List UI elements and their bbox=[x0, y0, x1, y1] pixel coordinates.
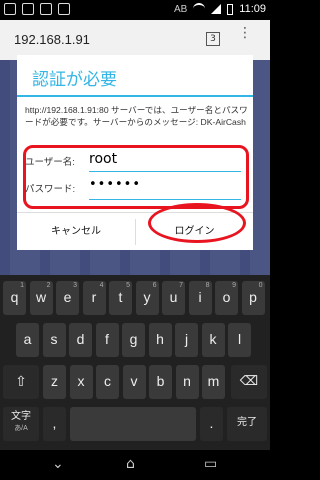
tab-switcher-button[interactable]: 3 bbox=[206, 32, 220, 46]
key-j[interactable]: j bbox=[175, 323, 198, 357]
key-d[interactable]: d bbox=[69, 323, 92, 357]
wifi-icon bbox=[193, 3, 206, 15]
key-y[interactable]: y6 bbox=[135, 281, 159, 315]
key-p[interactable]: p0 bbox=[241, 281, 265, 315]
soft-keyboard: q1 w2 e3 r4 t5 y6 u7 i8 o9 p0 a s d f g … bbox=[0, 275, 270, 450]
key-label: q bbox=[10, 289, 19, 305]
key-label: i bbox=[198, 289, 202, 305]
key-sub: 5 bbox=[126, 282, 130, 289]
space-key[interactable] bbox=[70, 407, 196, 441]
key-s[interactable]: s bbox=[42, 323, 66, 357]
key-label: e bbox=[63, 289, 72, 305]
url-field[interactable]: 192.168.1.91 bbox=[14, 32, 90, 47]
key-a[interactable]: a bbox=[16, 323, 39, 357]
key-sub: 1 bbox=[20, 282, 24, 289]
key-n[interactable]: n bbox=[175, 365, 199, 399]
key-sub: 0 bbox=[258, 282, 263, 289]
key-m[interactable]: m bbox=[202, 365, 225, 399]
notification-icon bbox=[40, 3, 52, 15]
key-label: w bbox=[35, 289, 47, 305]
shift-key[interactable]: ⇧ bbox=[3, 365, 39, 399]
key-k[interactable]: k bbox=[201, 323, 225, 357]
notification-icons bbox=[4, 3, 70, 15]
key-w[interactable]: w2 bbox=[29, 281, 53, 315]
username-field[interactable]: root bbox=[89, 151, 117, 167]
key-g[interactable]: g bbox=[122, 323, 145, 357]
notification-icon bbox=[22, 3, 34, 15]
home-icon[interactable]: ⌂ bbox=[126, 457, 135, 471]
battery-icon bbox=[227, 3, 234, 15]
key-label: u bbox=[169, 289, 178, 305]
system-icons: AB 11:09 bbox=[174, 3, 266, 15]
key-h[interactable]: h bbox=[148, 323, 172, 357]
key-b[interactable]: b bbox=[149, 365, 172, 399]
key-f[interactable]: f bbox=[95, 323, 119, 357]
dialog-divider bbox=[17, 95, 253, 97]
cancel-button[interactable]: キャンセル bbox=[17, 213, 135, 251]
input-mode-indicator: AB bbox=[173, 3, 188, 15]
key-label: r bbox=[91, 289, 97, 305]
key-o[interactable]: o9 bbox=[215, 281, 238, 315]
key-sub: 2 bbox=[46, 282, 51, 289]
key-label: p bbox=[249, 289, 257, 305]
browser-toolbar: 192.168.1.91 3 ⋮ bbox=[0, 20, 270, 60]
password-underline bbox=[89, 199, 241, 200]
language-key-sub: あ/A bbox=[14, 425, 28, 432]
dialog-title: 認証が必要 bbox=[32, 70, 117, 90]
backspace-key[interactable]: ⌫ bbox=[231, 365, 267, 399]
recents-icon[interactable]: ▭ bbox=[204, 457, 217, 471]
key-v[interactable]: v bbox=[122, 365, 146, 399]
notification-icon bbox=[58, 3, 70, 15]
key-x[interactable]: x bbox=[69, 365, 93, 399]
username-underline bbox=[89, 171, 241, 172]
key-t[interactable]: t5 bbox=[109, 281, 132, 315]
key-label: o bbox=[222, 289, 231, 305]
key-i[interactable]: i8 bbox=[188, 281, 212, 315]
language-key-label: 文字 bbox=[11, 411, 31, 422]
key-sub: 8 bbox=[205, 282, 210, 289]
hide-keyboard-icon[interactable]: ⌄ bbox=[52, 457, 64, 471]
dialog-message: http://192.168.1.91:80 サーバーでは、ユーザー名とパスワー… bbox=[25, 105, 248, 127]
signal-icon bbox=[211, 4, 222, 14]
username-label: ユーザー名: bbox=[25, 157, 75, 168]
key-q[interactable]: q1 bbox=[3, 281, 26, 315]
key-sub: 6 bbox=[152, 282, 157, 289]
key-label: t bbox=[118, 289, 123, 305]
notification-icon bbox=[4, 3, 16, 15]
overflow-menu-icon[interactable]: ⋮ bbox=[238, 26, 252, 40]
key-c[interactable]: c bbox=[96, 365, 119, 399]
clock: 11:09 bbox=[239, 3, 266, 15]
language-key[interactable]: 文字 あ/A bbox=[3, 407, 39, 441]
key-label: y bbox=[143, 289, 151, 305]
comma-key[interactable]: , bbox=[43, 407, 66, 441]
password-field[interactable]: •••••• bbox=[89, 177, 141, 192]
key-l[interactable]: l bbox=[228, 323, 251, 357]
key-sub: 3 bbox=[73, 282, 77, 289]
key-z[interactable]: z bbox=[43, 365, 66, 399]
password-label: パスワード: bbox=[25, 184, 76, 195]
navigation-bar: ⌄ ⌂ ▭ bbox=[0, 450, 270, 480]
key-r[interactable]: r4 bbox=[82, 281, 106, 315]
key-sub: 9 bbox=[232, 282, 236, 289]
period-key[interactable]: . bbox=[200, 407, 223, 441]
done-key[interactable]: 完了 bbox=[227, 407, 267, 441]
status-bar: AB 11:09 bbox=[0, 0, 270, 20]
key-e[interactable]: e3 bbox=[56, 281, 79, 315]
key-sub: 4 bbox=[99, 282, 104, 289]
key-u[interactable]: u7 bbox=[162, 281, 185, 315]
key-sub: 7 bbox=[179, 282, 183, 289]
login-highlight bbox=[148, 203, 246, 243]
